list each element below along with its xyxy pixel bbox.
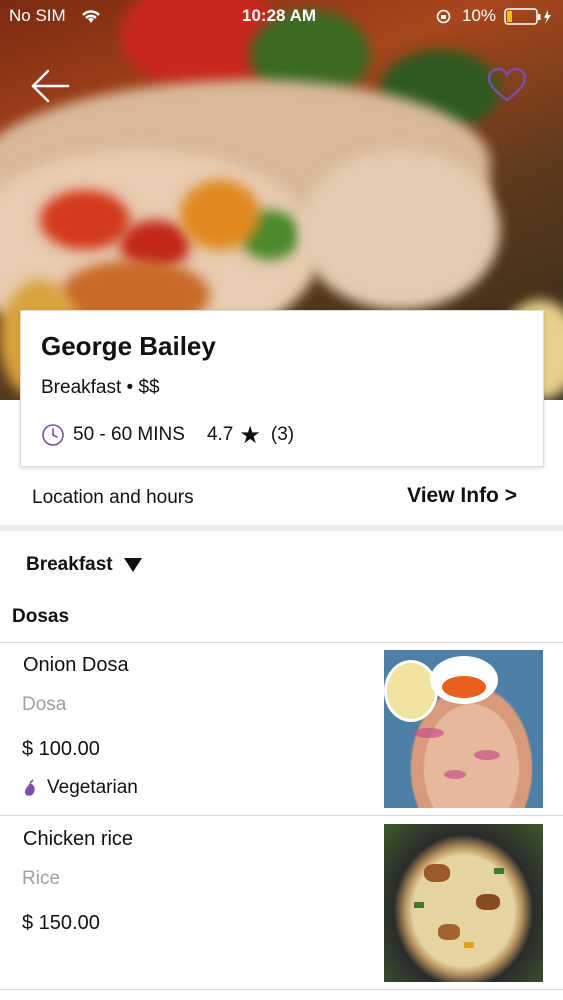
restaurant-meta: 50 - 60 MINS 4.7 ★ (3) — [41, 423, 294, 447]
menu-item[interactable]: Onion Dosa Dosa $ 100.00 Vegetarian — [0, 650, 563, 822]
item-category: Dosa — [22, 694, 67, 715]
clock-icon — [42, 424, 64, 446]
vegetarian-tag: Vegetarian — [22, 777, 138, 799]
item-name: Onion Dosa — [23, 654, 129, 676]
onion-dosa-image — [384, 650, 543, 808]
rating-value: 4.7 — [206, 424, 234, 445]
delivery-time: 50 - 60 MINS — [73, 424, 185, 445]
battery-percent: 10% — [462, 6, 497, 25]
restaurant-card: George Bailey Breakfast • $$ 50 - 60 MIN… — [20, 310, 544, 467]
status-bar: No SIM 10:28 AM 10% — [0, 0, 563, 32]
divider — [0, 642, 563, 643]
view-info-link[interactable]: View Info > — [407, 484, 517, 508]
divider — [0, 989, 563, 990]
clock: 10:28 AM — [242, 6, 317, 25]
section-title: Dosas — [12, 606, 70, 627]
star-icon: ★ — [239, 421, 261, 449]
caret-down-icon — [123, 558, 142, 572]
wifi-icon — [82, 10, 100, 23]
restaurant-subtitle: Breakfast • $$ — [41, 377, 160, 398]
vegetarian-label: Vegetarian — [47, 777, 138, 798]
section-divider — [0, 525, 563, 531]
eggplant-icon — [25, 779, 35, 796]
back-arrow-icon[interactable] — [30, 66, 70, 106]
heart-outline-icon[interactable] — [485, 64, 529, 108]
item-price: $ 150.00 — [22, 912, 100, 934]
location-label: Location and hours — [32, 487, 194, 508]
carrier-label: No SIM — [9, 6, 66, 25]
restaurant-name: George Bailey — [41, 331, 216, 361]
chicken-rice-image — [384, 824, 543, 982]
orientation-lock-icon — [436, 9, 451, 24]
menu-item[interactable]: Chicken rice Rice $ 150.00 — [0, 824, 563, 996]
location-row[interactable]: Location and hours View Info > — [0, 467, 563, 525]
item-price: $ 100.00 — [22, 738, 100, 760]
review-count: (3) — [270, 424, 295, 445]
menu-dropdown-label: Breakfast — [26, 554, 113, 575]
battery-icon — [504, 8, 551, 25]
divider — [0, 815, 563, 816]
item-category: Rice — [22, 868, 61, 889]
item-name: Chicken rice — [23, 828, 134, 850]
menu-dropdown[interactable]: Breakfast — [26, 554, 143, 576]
